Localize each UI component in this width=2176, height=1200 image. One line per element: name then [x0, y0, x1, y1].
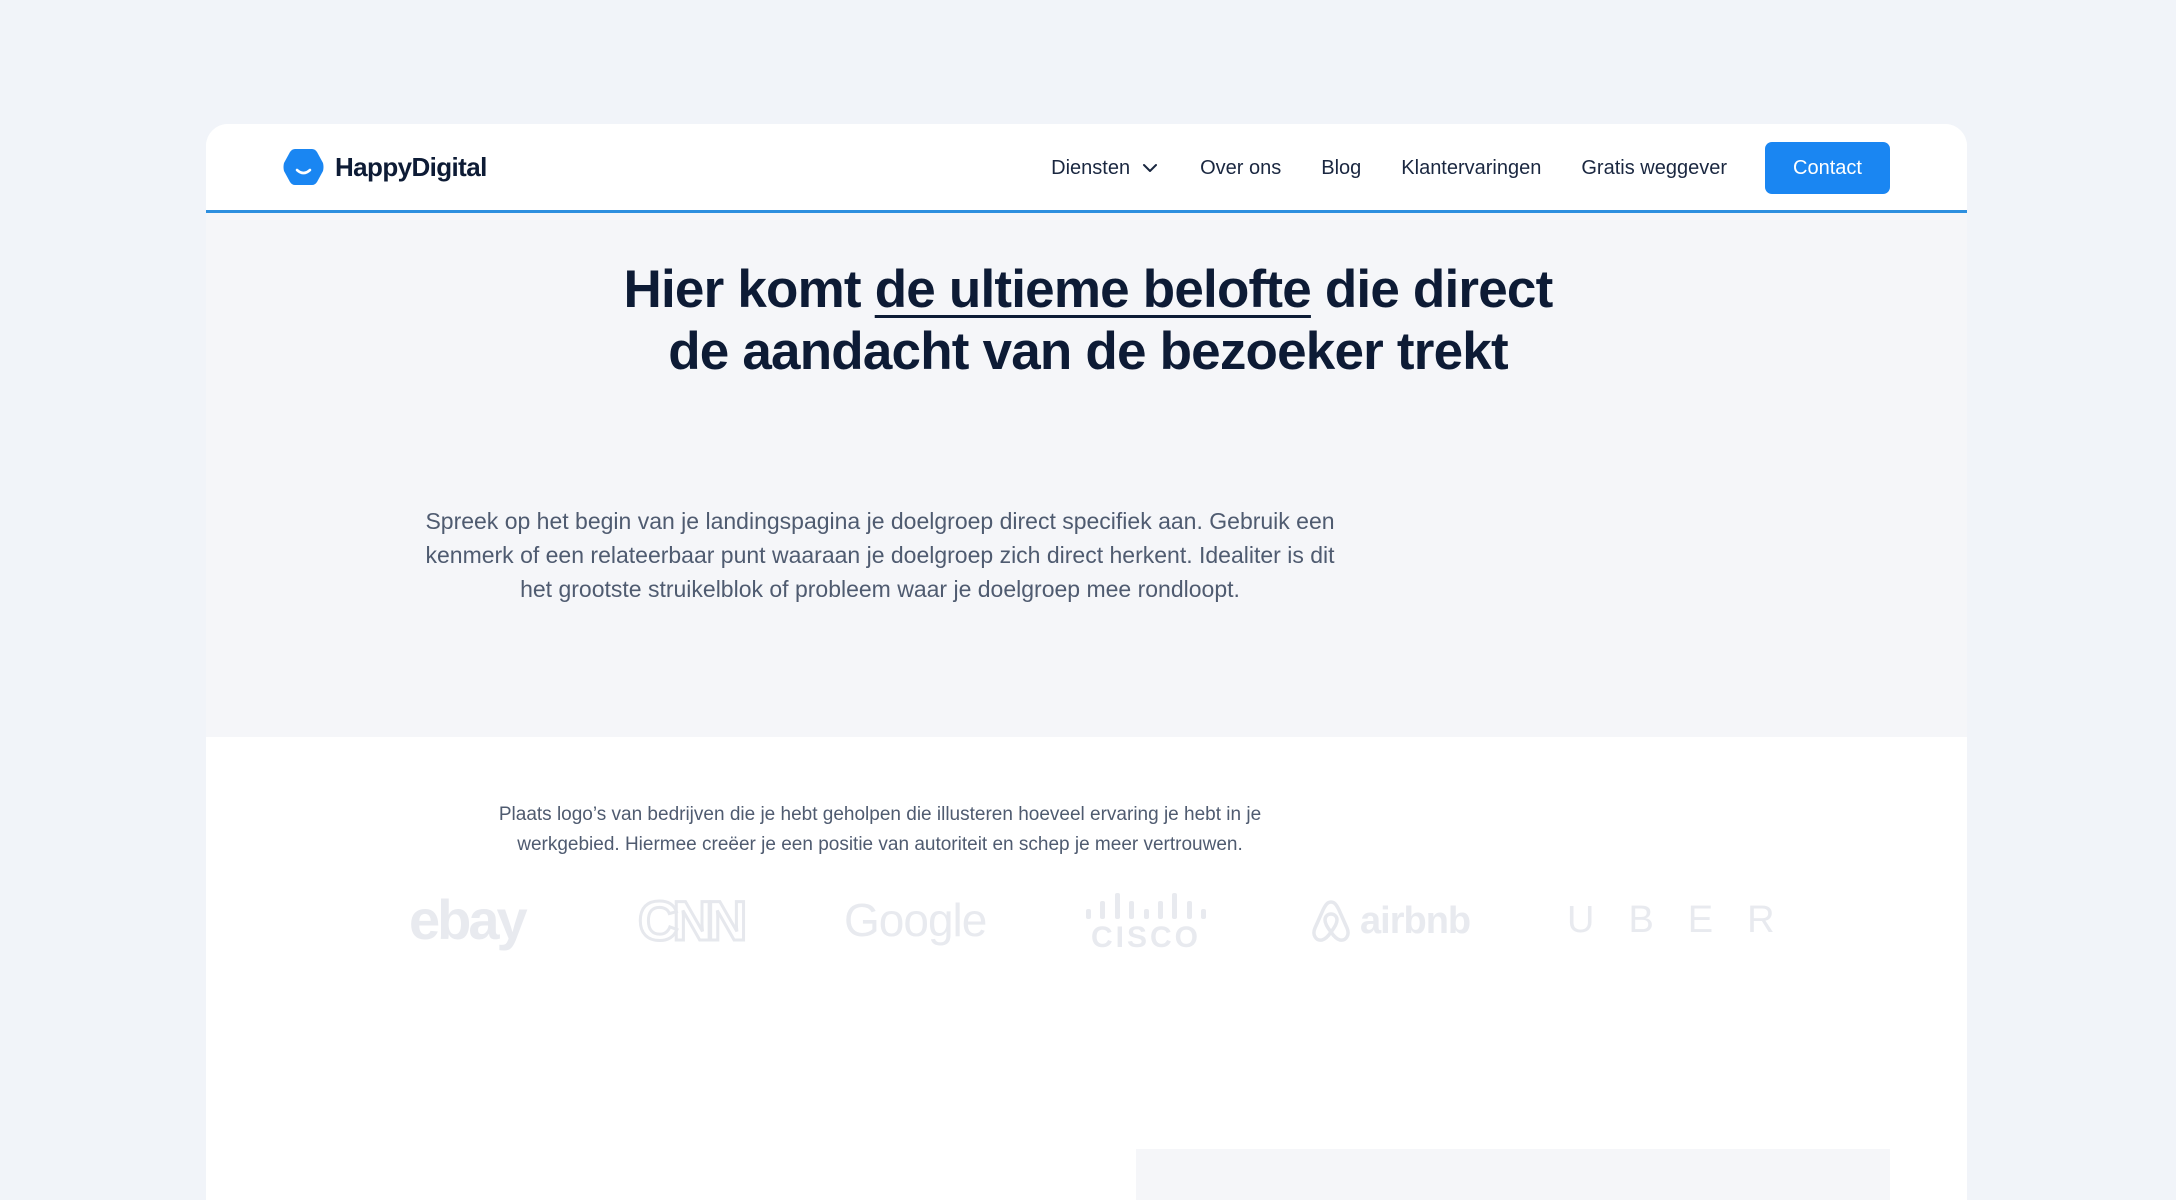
- chevron-down-icon: [1143, 164, 1158, 172]
- contact-button[interactable]: Contact: [1765, 142, 1890, 194]
- nav-item-label: Klantervaringen: [1401, 156, 1542, 179]
- logos-intro: Plaats logo’s van bedrijven die je hebt …: [498, 804, 1262, 855]
- logo[interactable]: HappyDigital: [283, 148, 487, 186]
- cisco-bars-icon: [1086, 893, 1206, 919]
- nav-item-gratis-weggever[interactable]: Gratis weggever: [1581, 157, 1727, 180]
- nav-item-klantervaringen[interactable]: Klantervaringen: [1401, 157, 1541, 180]
- nav-item-label: Diensten: [1051, 156, 1131, 179]
- smiley-hexagon-icon: [283, 149, 324, 185]
- ebay-logo: ebay: [409, 888, 528, 951]
- nav-item-diensten[interactable]: Diensten: [1051, 157, 1160, 180]
- brand-name: HappyDigital: [335, 151, 487, 182]
- hero-title: Hier komt de ultieme belofte die direct …: [0, 259, 2176, 383]
- hero-title-part: Hier komt: [623, 260, 875, 319]
- cnn-logo: CNN: [636, 888, 748, 954]
- hero-subtitle: Spreek op het begin van je landingspagin…: [425, 508, 1335, 602]
- airbnb-wordmark: airbnb: [1360, 899, 1471, 942]
- hero-title-underlined: de ultieme belofte: [874, 260, 1312, 319]
- uber-logo: UBER: [1567, 899, 1809, 941]
- hero-title-part: die direct: [1310, 260, 1553, 319]
- nav-item-label: Blog: [1321, 156, 1362, 179]
- airbnb-logo: airbnb: [1310, 898, 1471, 944]
- nav-item-label: Gratis weggever: [1581, 156, 1727, 179]
- main-nav: Diensten Over ons Blog Klantervaringen G…: [1051, 142, 1890, 194]
- nav-item-blog[interactable]: Blog: [1321, 157, 1361, 180]
- nav-item-label: Over ons: [1200, 156, 1282, 179]
- hero-title-line2: de aandacht van de bezoeker trekt: [668, 322, 1508, 381]
- airbnb-belo-icon: [1312, 900, 1350, 942]
- site-header: HappyDigital Diensten Over ons Blog Klan…: [206, 124, 1967, 213]
- cisco-logo: CISCO: [1086, 893, 1206, 954]
- google-logo: Google: [844, 894, 987, 946]
- content-card: [1136, 1149, 1890, 1200]
- cisco-wordmark: CISCO: [1090, 921, 1201, 954]
- nav-item-over-ons[interactable]: Over ons: [1200, 157, 1281, 180]
